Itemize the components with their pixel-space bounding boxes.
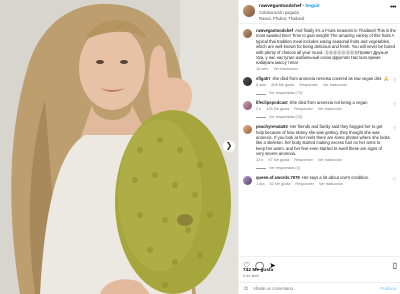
reply-button[interactable]: Responder <box>294 107 313 112</box>
heart-icon[interactable]: ♡ <box>393 102 397 120</box>
comment-likes[interactable]: 105 Me gusta <box>266 107 289 112</box>
view-replies-button[interactable]: Ver respuestas (4) <box>256 166 391 171</box>
view-replies-label: Ver respuestas (23) <box>269 115 303 120</box>
add-comment-bar: ☺ Publicar <box>239 282 400 294</box>
comment-content: Her friends and family said they begged … <box>256 124 390 157</box>
author-username[interactable]: rawvegantoodchef <box>259 4 301 9</box>
comment-content: Her says a lot about one's condition. <box>301 175 370 181</box>
caption-text: rawvegantoodchef And finally it's a Fruit… <box>256 28 397 66</box>
view-replies-label: Ver respuestas (73) <box>269 91 303 96</box>
replies-line <box>256 168 266 169</box>
comment-avatar[interactable] <box>243 125 252 135</box>
translate-link[interactable]: Ver traducción <box>323 83 347 88</box>
replies-line <box>256 117 266 118</box>
heart-icon[interactable]: ♡ <box>393 78 397 96</box>
heart-icon[interactable]: ♡ <box>393 177 397 187</box>
comment-time: 5 sem <box>256 83 267 88</box>
header-text: rawvegantoodchef•Seguir Colaboración pag… <box>259 4 390 21</box>
comment-meta: 1 día 52 Me gusta Responder Ver traducci… <box>256 182 391 187</box>
comment-username[interactable]: sfigatrr <box>256 76 270 81</box>
reply-button[interactable]: Responder <box>295 182 314 187</box>
caption-username[interactable]: rawvegantoodchef <box>256 28 293 33</box>
comment-avatar[interactable] <box>243 176 252 186</box>
caption-avatar[interactable] <box>243 29 252 38</box>
comment-time: 1 día <box>256 182 265 186</box>
comment-meta: 2 h 105 Me gusta Responder Ver traducció… <box>256 107 391 112</box>
post-header: rawvegantoodchef•Seguir Colaboración pag… <box>239 0 400 24</box>
separator-dot: • <box>302 4 305 9</box>
caption-body: rawvegantoodchef And finally it's a Fruit… <box>256 28 397 72</box>
caption: rawvegantoodchef And finally it's a Fruit… <box>243 28 397 72</box>
comment-meta: 12 h 57 Me gusta Responder Ver traducció… <box>256 158 391 163</box>
comments-list: rawvegantoodchef And finally it's a Fruit… <box>239 28 400 256</box>
comment-body: sfigatrr she died from anorexia nervosa c… <box>256 76 391 96</box>
view-replies-button[interactable]: Ver respuestas (23) <box>256 115 391 120</box>
bookmark-icon[interactable]: ▯ <box>393 261 397 270</box>
comment-body: lifeclipspodcast She died from anorexia n… <box>256 100 391 120</box>
comment-content: she died from anorexia nervosa covered a… <box>272 76 389 82</box>
comment-item: queen.of.swords.7979 Her says a lot about… <box>243 175 397 187</box>
author-avatar[interactable] <box>243 5 255 17</box>
publish-button[interactable]: Publicar <box>380 286 397 291</box>
comment-body: peachyrenata93 Her friends and family sai… <box>256 124 391 171</box>
comment-text: sfigatrr she died from anorexia nervosa c… <box>256 76 391 81</box>
comment-item: lifeclipspodcast She died from anorexia n… <box>243 100 397 120</box>
add-comment-input[interactable] <box>253 286 381 291</box>
reply-button[interactable]: Responder <box>294 158 313 163</box>
emoji-icon[interactable]: ☺ <box>243 286 249 292</box>
comment-likes[interactable]: 57 Me gusta <box>268 158 289 163</box>
caption-translate-link[interactable]: Ver traducción <box>273 67 297 72</box>
view-replies-button[interactable]: Ver respuestas (73) <box>256 91 391 96</box>
comment-username[interactable]: queen.of.swords.7979 <box>256 175 300 180</box>
chevron-right-icon[interactable]: ❯ <box>223 140 235 152</box>
comment-item: sfigatrr she died from anorexia nervosa c… <box>243 76 397 96</box>
comment-meta: 5 sem 808 Me gusta Responder Ver traducc… <box>256 83 391 88</box>
post-image: ❯ <box>0 0 238 294</box>
comment-text: peachyrenata93 Her friends and family sai… <box>256 124 391 156</box>
comment-text: lifeclipspodcast She died from anorexia n… <box>256 100 391 105</box>
caption-content: And finally it's a Fruits Seasons in Tha… <box>256 28 396 66</box>
replies-line <box>256 93 266 94</box>
comment-likes[interactable]: 808 Me gusta <box>271 83 294 88</box>
comment-text: queen.of.swords.7979 Her says a lot about… <box>256 175 391 180</box>
comment-content: She died from anorexia not being a vegan <box>289 100 368 106</box>
translate-link[interactable]: Ver traducción <box>318 158 342 163</box>
post-date: 5 de abril <box>243 274 259 278</box>
heart-icon[interactable]: ♡ <box>393 126 397 171</box>
post-panel: rawvegantoodchef•Seguir Colaboración pag… <box>238 0 400 294</box>
comment-avatar[interactable] <box>243 77 252 87</box>
comment-time: 12 h <box>256 158 264 163</box>
caption-meta: 16 sem Ver traducción <box>256 67 397 72</box>
follow-button[interactable]: Seguir <box>305 4 320 9</box>
comment-username[interactable]: lifeclipspodcast <box>256 100 288 105</box>
comment-body: queen.of.swords.7979 Her says a lot about… <box>256 175 391 187</box>
view-replies-label: Ver respuestas (4) <box>269 166 301 171</box>
reply-button[interactable]: Responder <box>299 83 318 88</box>
likes-count[interactable]: 742 Me gusta <box>243 268 273 273</box>
translate-link[interactable]: Ver traducción <box>318 107 342 112</box>
comment-item: peachyrenata93 Her friends and family sai… <box>243 124 397 171</box>
comment-avatar[interactable] <box>243 101 252 111</box>
more-options-icon[interactable]: ••• <box>390 4 396 12</box>
comment-username[interactable]: peachyrenata93 <box>256 124 288 129</box>
translate-link[interactable]: Ver traducción <box>319 182 343 187</box>
comment-time: 2 h <box>256 107 262 112</box>
post-photo <box>0 0 238 294</box>
comment-likes[interactable]: 52 Me gusta <box>269 182 290 187</box>
location-label[interactable]: Rawai, Phuket, Thailand <box>259 16 390 22</box>
caption-time: 16 sem <box>256 67 269 72</box>
